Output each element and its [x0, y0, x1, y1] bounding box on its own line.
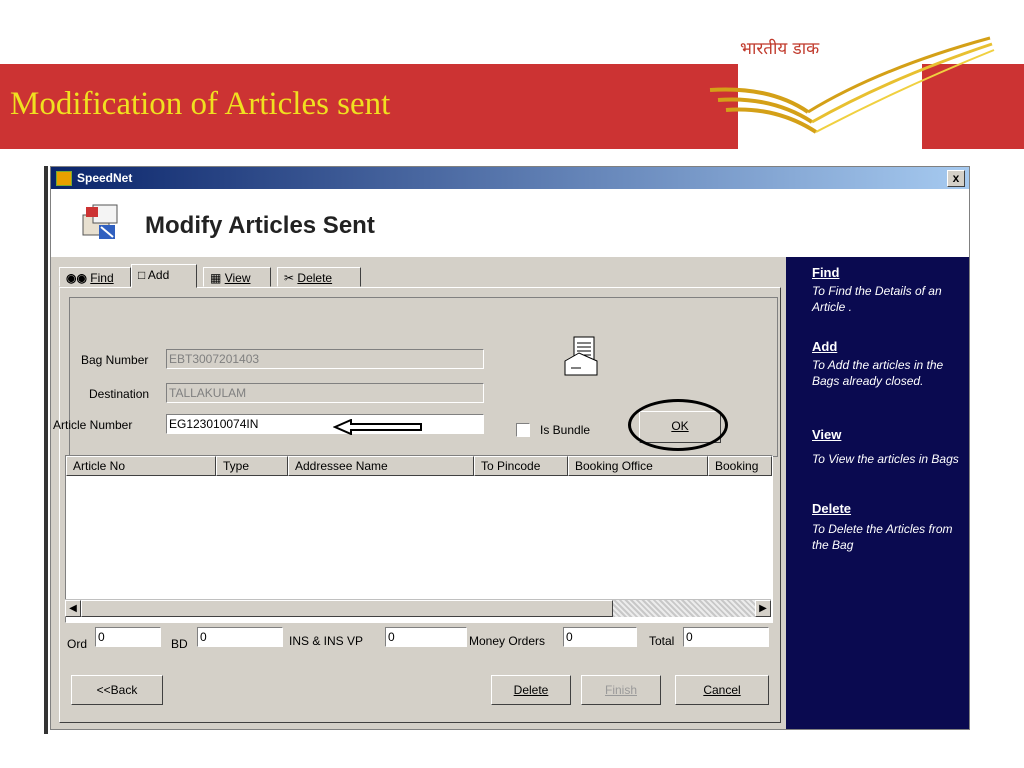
col-to-pincode[interactable]: To Pincode: [474, 456, 568, 476]
close-button[interactable]: x: [947, 170, 965, 187]
view-icon: ▦: [210, 271, 222, 285]
col-booking-office[interactable]: Booking Office: [568, 456, 708, 476]
is-bundle-checkbox[interactable]: [516, 423, 530, 437]
article-number-label: Article Number: [53, 418, 133, 432]
logo-text: भारतीय डाक: [740, 39, 820, 59]
left-edge-bar: [44, 166, 48, 734]
speednet-window: SpeedNet x Modify Articles Sent ◉◉ Find …: [50, 166, 970, 730]
app-icon: [56, 171, 72, 186]
ins-field[interactable]: 0: [385, 627, 467, 647]
money-orders-field[interactable]: 0: [563, 627, 637, 647]
delete-button[interactable]: Delete: [491, 675, 571, 705]
cancel-button[interactable]: Cancel: [675, 675, 769, 705]
scroll-track[interactable]: [613, 600, 755, 617]
destination-label: Destination: [89, 387, 150, 401]
bag-number-label: Bag Number: [81, 353, 149, 367]
page-title: Modification of Articles sent: [10, 86, 391, 122]
total-field[interactable]: 0: [683, 627, 769, 647]
chevron-left-icon: ◀: [69, 603, 77, 614]
help-view-text: To View the articles in Bags: [812, 452, 959, 466]
bd-label: BD: [171, 637, 188, 651]
document-icon: □: [138, 268, 146, 282]
tab-view[interactable]: ▦ View: [203, 267, 271, 287]
finish-button[interactable]: Finish: [581, 675, 661, 705]
help-add-text: To Add the articles in the Bags already …: [812, 358, 944, 388]
help-find-text: To Find the Details of an Article .: [812, 284, 942, 314]
document-envelope-icon: [564, 336, 598, 376]
ins-label: INS & INS VP: [289, 634, 364, 648]
money-orders-label: Money Orders: [469, 634, 546, 648]
close-icon: x: [952, 171, 960, 185]
cancel-label: Cancel: [703, 683, 741, 697]
tab-add-label: Add: [147, 268, 170, 282]
col-article-no[interactable]: Article No: [66, 456, 216, 476]
is-bundle-label: Is Bundle: [540, 423, 591, 437]
scroll-right-button[interactable]: ▶: [755, 600, 771, 617]
help-delete-text: To Delete the Articles from the Bag: [812, 522, 953, 552]
col-booking[interactable]: Booking: [708, 456, 772, 476]
window-title: SpeedNet: [77, 171, 133, 185]
form-header: Modify Articles Sent: [51, 189, 969, 257]
article-number-input[interactable]: EG123010074IN: [166, 414, 484, 434]
tab-find[interactable]: ◉◉ Find: [59, 267, 131, 287]
scroll-thumb[interactable]: [81, 600, 613, 617]
col-addressee-name[interactable]: Addressee Name: [288, 456, 474, 476]
back-button[interactable]: <<Back: [71, 675, 163, 705]
tab-view-label: View: [224, 271, 251, 285]
bd-field[interactable]: 0: [197, 627, 283, 647]
form-title: Modify Articles Sent: [145, 212, 375, 239]
bag-number-field[interactable]: EBT3007201403: [166, 349, 484, 369]
delete-label: Delete: [513, 683, 549, 697]
tab-delete[interactable]: ✂ Delete: [277, 267, 361, 287]
back-label: <<Back: [96, 683, 138, 697]
finish-label: Finish: [604, 683, 637, 697]
modify-articles-icon: [82, 204, 118, 239]
col-type[interactable]: Type: [216, 456, 288, 476]
ord-label: Ord: [67, 637, 88, 651]
articles-table[interactable]: Article No Type Addressee Name To Pincod…: [65, 455, 773, 623]
scroll-left-button[interactable]: ◀: [65, 600, 81, 617]
total-label: Total: [649, 634, 675, 648]
tab-add[interactable]: □ Add: [131, 264, 197, 288]
window-titlebar[interactable]: SpeedNet x: [51, 167, 969, 189]
help-delete-link[interactable]: Delete: [812, 501, 851, 516]
tab-find-label: Find: [90, 271, 114, 285]
help-find-link[interactable]: Find: [812, 265, 839, 280]
ord-field[interactable]: 0: [95, 627, 161, 647]
scissors-icon: ✂: [284, 271, 295, 285]
highlight-ellipse: [628, 399, 728, 451]
horizontal-scrollbar[interactable]: ◀ ▶: [65, 599, 771, 617]
arrow-left-icon: [333, 419, 422, 435]
chevron-right-icon: ▶: [759, 603, 767, 614]
tab-delete-label: Delete: [297, 271, 333, 285]
destination-field[interactable]: TALLAKULAM: [166, 383, 484, 403]
help-view-link[interactable]: View: [812, 427, 841, 442]
help-add-link[interactable]: Add: [812, 339, 837, 354]
binoculars-icon: ◉◉: [66, 271, 87, 285]
help-pane: Find To Find the Details of an Article .…: [786, 257, 969, 729]
